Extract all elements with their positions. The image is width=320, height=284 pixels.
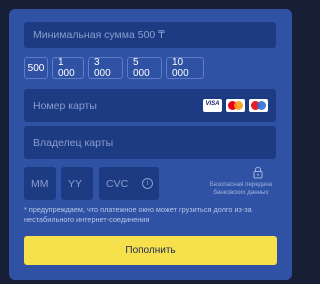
- card-number-placeholder: Номер карты: [33, 99, 97, 112]
- expiry-year-input[interactable]: YY: [61, 167, 93, 200]
- quick-amount-500-button[interactable]: 500: [24, 57, 48, 79]
- expiry-month-input[interactable]: MM: [24, 167, 56, 200]
- top-up-button[interactable]: Пополнить: [24, 236, 277, 265]
- quick-amount-1000-button[interactable]: 1 000: [52, 57, 84, 79]
- lock-icon: [253, 166, 263, 179]
- mastercard-logo-icon: [226, 99, 245, 112]
- card-brand-logos: VISA: [203, 99, 268, 112]
- amount-placeholder: Минимальная сумма 500 ₸: [33, 29, 165, 41]
- card-holder-input[interactable]: Владелец карты: [24, 126, 276, 159]
- maestro-logo-icon: [249, 99, 268, 112]
- cvc-input[interactable]: CVC i: [99, 167, 159, 200]
- expiry-year-placeholder: YY: [68, 177, 83, 190]
- quick-amount-5000-button[interactable]: 5 000: [127, 57, 162, 79]
- secure-transfer-text: Безопасная передача банковских данных: [209, 181, 273, 196]
- loading-warning-note: * предупреждаем, что платежное окно може…: [24, 205, 252, 224]
- card-holder-placeholder: Владелец карты: [33, 136, 114, 149]
- cvc-placeholder: CVC: [106, 177, 129, 190]
- quick-amount-3000-button[interactable]: 3 000: [88, 57, 123, 79]
- expiry-month-placeholder: MM: [31, 177, 49, 190]
- quick-amounts: 500 1 000 3 000 5 000 10 000: [24, 57, 204, 82]
- visa-logo-icon: VISA: [203, 99, 222, 112]
- visa-logo-text: VISA: [205, 101, 220, 107]
- amount-input[interactable]: Минимальная сумма 500 ₸: [24, 22, 276, 48]
- card-number-input[interactable]: Номер карты VISA: [24, 89, 276, 122]
- payment-form-card: Минимальная сумма 500 ₸ 500 1 000 3 000 …: [9, 9, 292, 280]
- quick-amount-10000-button[interactable]: 10 000: [166, 57, 204, 79]
- info-icon[interactable]: i: [142, 178, 153, 189]
